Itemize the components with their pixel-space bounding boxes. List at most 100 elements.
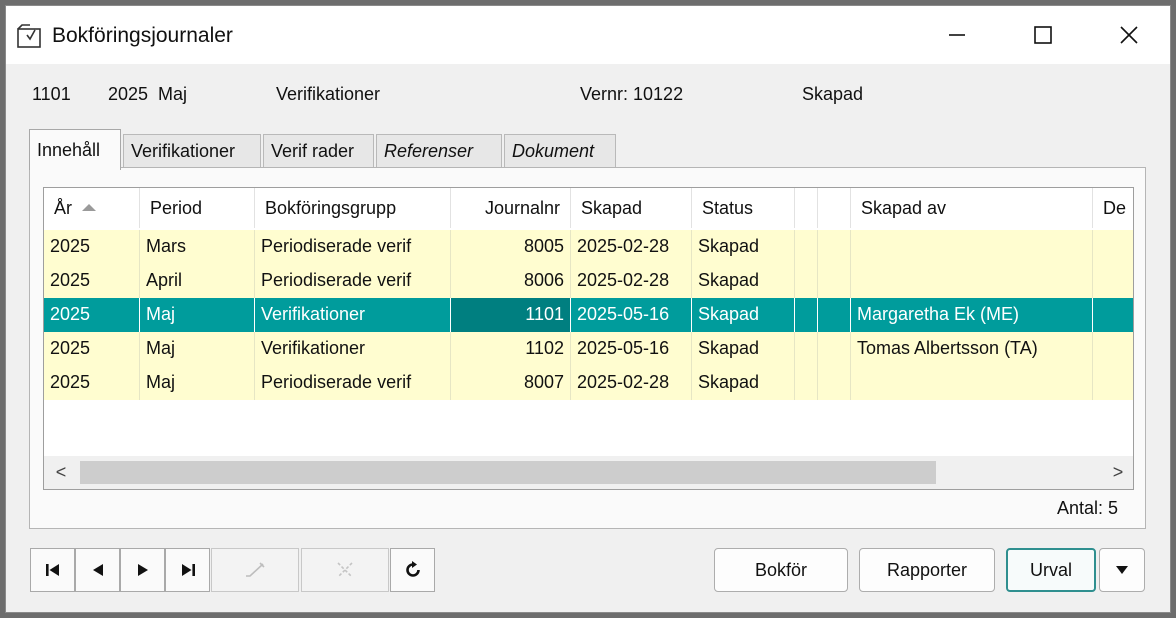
tab-verifikationer[interactable]: Verifikationer xyxy=(123,134,261,168)
edit-icon xyxy=(246,562,265,577)
scrollbar-thumb[interactable] xyxy=(80,461,936,484)
cell-bokforingsgrupp: Verifikationer xyxy=(255,332,451,366)
cell-period: Mars xyxy=(140,230,255,264)
cell-skapad: 2025-05-16 xyxy=(571,332,692,366)
cell-blank-1 xyxy=(795,332,818,366)
cell-status: Skapad xyxy=(692,230,795,264)
table-row[interactable]: 2025 Maj Verifikationer 1102 2025-05-16 … xyxy=(44,332,1133,366)
column-header-journalnr[interactable]: Journalnr xyxy=(451,188,571,228)
cell-skapad: 2025-02-28 xyxy=(571,230,692,264)
cell-status: Skapad xyxy=(692,264,795,298)
cell-blank-1 xyxy=(795,230,818,264)
grid-header: År Period Bokföringsgrupp Journalnr Skap… xyxy=(44,188,1133,228)
cell-blank-1 xyxy=(795,366,818,400)
tab-innehall[interactable]: Innehåll xyxy=(29,129,121,170)
cell-journalnr: 8007 xyxy=(451,366,571,400)
first-record-button[interactable] xyxy=(30,548,75,592)
table-row[interactable]: 2025 Mars Periodiserade verif 8005 2025-… xyxy=(44,230,1133,264)
table-row[interactable]: 2025 Maj Periodiserade verif 8007 2025-0… xyxy=(44,366,1133,400)
cell-journalnr: 8006 xyxy=(451,264,571,298)
cell-skapad-av xyxy=(851,366,1093,400)
rapporter-button[interactable]: Rapporter xyxy=(859,548,995,592)
tab-verif-rader[interactable]: Verif rader xyxy=(263,134,374,168)
column-header-detalj[interactable]: De xyxy=(1093,188,1133,228)
cell-blank-1 xyxy=(795,298,818,332)
cell-detalj xyxy=(1093,298,1133,332)
title-bar: Bokföringsjournaler xyxy=(6,6,1170,64)
edit-button[interactable] xyxy=(211,548,299,592)
scroll-left-icon[interactable]: < xyxy=(44,456,78,489)
column-header-blank-2[interactable] xyxy=(818,188,851,228)
refresh-button[interactable] xyxy=(390,548,435,592)
last-record-button[interactable] xyxy=(165,548,210,592)
horizontal-scrollbar[interactable]: < > xyxy=(44,456,1133,489)
cell-bokforingsgrupp: Verifikationer xyxy=(255,298,451,332)
first-record-icon xyxy=(45,564,59,576)
cell-blank-2 xyxy=(818,230,851,264)
cell-blank-2 xyxy=(818,332,851,366)
cell-blank-1 xyxy=(795,264,818,298)
dropdown-arrow-icon xyxy=(1116,566,1128,574)
urval-button[interactable]: Urval xyxy=(1006,548,1096,592)
close-icon[interactable] xyxy=(1104,14,1154,56)
cell-skapad: 2025-02-28 xyxy=(571,264,692,298)
cell-detalj xyxy=(1093,264,1133,298)
cell-detalj xyxy=(1093,230,1133,264)
cell-skapad-av: Margaretha Ek (ME) xyxy=(851,298,1093,332)
minimize-icon[interactable] xyxy=(932,14,982,56)
row-count: Antal: 5 xyxy=(1056,498,1118,518)
info-group: Verifikationer xyxy=(276,84,381,104)
cell-status: Skapad xyxy=(692,298,795,332)
last-record-icon xyxy=(181,564,195,576)
column-header-bokforingsgrupp[interactable]: Bokföringsgrupp xyxy=(255,188,451,228)
cell-skapad: 2025-05-16 xyxy=(571,298,692,332)
delete-button[interactable] xyxy=(301,548,389,592)
cell-ar: 2025 xyxy=(44,298,140,332)
column-header-skapad[interactable]: Skapad xyxy=(571,188,692,228)
maximize-icon[interactable] xyxy=(1018,14,1068,56)
next-record-icon xyxy=(137,564,148,576)
tab-referenser[interactable]: Referenser xyxy=(376,134,502,168)
window-title: Bokföringsjournaler xyxy=(52,24,233,47)
cell-period: Maj xyxy=(140,332,255,366)
previous-record-icon xyxy=(92,564,103,576)
cell-ar: 2025 xyxy=(44,332,140,366)
journal-window: Bokföringsjournaler 1101 2025 Maj Verifi… xyxy=(5,5,1171,613)
urval-dropdown-button[interactable] xyxy=(1099,548,1145,592)
scroll-right-icon[interactable]: > xyxy=(1101,456,1133,489)
cell-journalnr: 8005 xyxy=(451,230,571,264)
delete-icon xyxy=(337,562,353,578)
table-row[interactable]: 2025 April Periodiserade verif 8006 2025… xyxy=(44,264,1133,298)
previous-record-button[interactable] xyxy=(75,548,120,592)
cell-skapad-av xyxy=(851,230,1093,264)
cell-blank-2 xyxy=(818,298,851,332)
cell-bokforingsgrupp: Periodiserade verif xyxy=(255,230,451,264)
cell-blank-2 xyxy=(818,366,851,400)
info-year-period: 2025 Maj xyxy=(108,84,188,104)
column-header-period[interactable]: Period xyxy=(140,188,255,228)
cell-ar: 2025 xyxy=(44,366,140,400)
cell-period: Maj xyxy=(140,298,255,332)
info-journalnr: 1101 xyxy=(32,84,71,104)
cell-journalnr: 1101 xyxy=(451,298,571,332)
column-header-skapad-av[interactable]: Skapad av xyxy=(851,188,1093,228)
refresh-icon xyxy=(405,561,420,577)
cell-blank-2 xyxy=(818,264,851,298)
column-header-status[interactable]: Status xyxy=(692,188,795,228)
cell-journalnr: 1102 xyxy=(451,332,571,366)
table-row-selected[interactable]: 2025 Maj Verifikationer 1101 2025-05-16 … xyxy=(44,298,1133,332)
tab-dokument[interactable]: Dokument xyxy=(504,134,616,168)
next-record-button[interactable] xyxy=(120,548,165,592)
bokfor-button[interactable]: Bokför xyxy=(714,548,848,592)
column-header-ar[interactable]: År xyxy=(44,188,140,228)
cell-detalj xyxy=(1093,366,1133,400)
cell-period: April xyxy=(140,264,255,298)
cell-detalj xyxy=(1093,332,1133,366)
journal-grid[interactable]: År Period Bokföringsgrupp Journalnr Skap… xyxy=(43,187,1134,490)
cell-skapad: 2025-02-28 xyxy=(571,366,692,400)
cell-skapad-av: Tomas Albertsson (TA) xyxy=(851,332,1093,366)
column-header-blank-1[interactable] xyxy=(795,188,818,228)
info-vernr: Vernr: 10122 xyxy=(580,84,684,104)
cell-status: Skapad xyxy=(692,332,795,366)
cell-bokforingsgrupp: Periodiserade verif xyxy=(255,264,451,298)
